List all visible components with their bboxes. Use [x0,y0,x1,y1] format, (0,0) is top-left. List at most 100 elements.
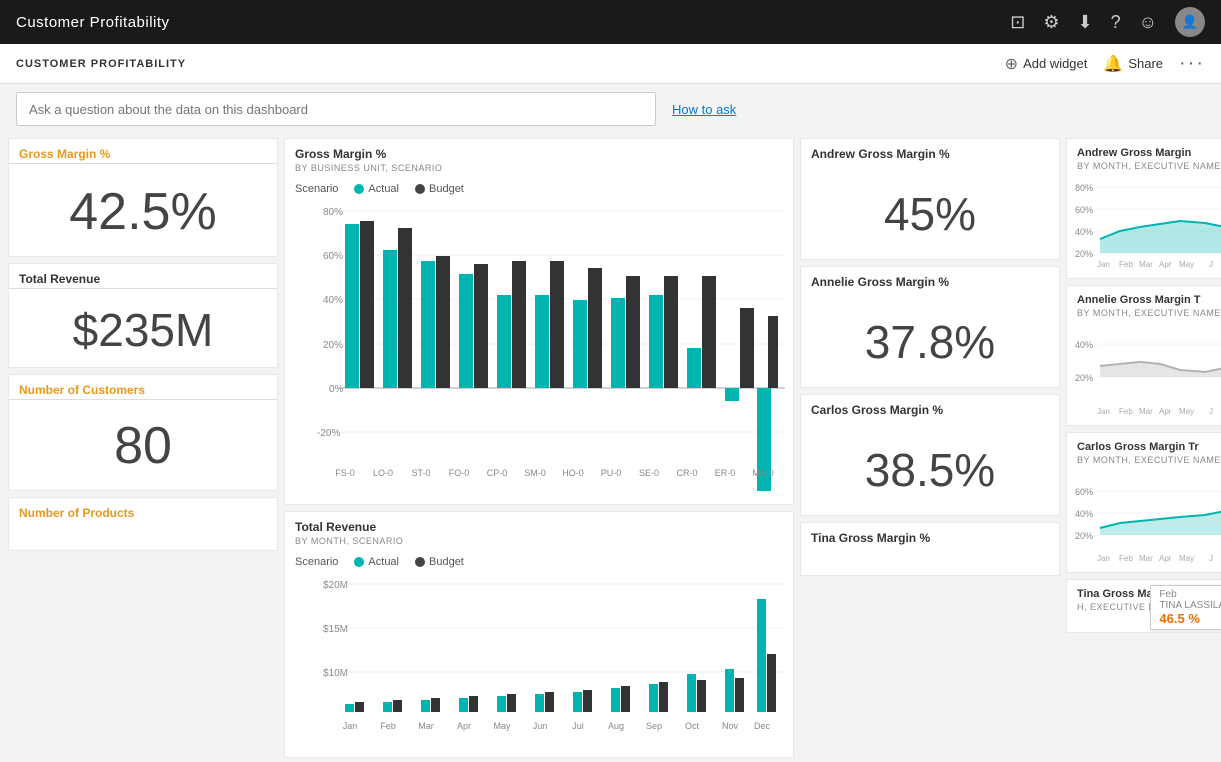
gross-margin-bar-chart-card: Gross Margin % BY BUSINESS UNIT, SCENARI… [284,138,794,505]
revenue-chart-svg: $20M $15M $10M [295,574,785,744]
feedback-icon[interactable]: ☺ [1139,12,1157,33]
nav-icons-group: ⊡ ⚙ ⬇ ? ☺ 👤 [1010,7,1205,37]
svg-text:60%: 60% [323,251,343,262]
carlos-trend-svg: 60% 40% 20% Jan Feb Mar Apr May J [1075,473,1221,563]
svg-text:Mar: Mar [1139,260,1153,269]
tooltip-name: TINA LASSILA [1159,600,1221,611]
focus-mode-icon[interactable]: ⊡ [1010,12,1025,33]
share-label: Share [1128,56,1163,71]
carlos-trend-card: Carlos Gross Margin Tr BY MONTH, EXECUTI… [1066,432,1221,573]
svg-text:Mar: Mar [1139,407,1153,416]
more-options-button[interactable]: ··· [1179,52,1205,75]
annelie-trend-svg: 40% 20% Jan Feb Mar Apr May J [1075,326,1221,416]
budget-legend-item: Budget [415,183,464,195]
col3-kpis: Andrew Gross Margin % 45% Annelie Gross … [800,138,1060,758]
svg-text:Aug: Aug [608,721,624,731]
svg-text:0%: 0% [329,384,344,395]
annelie-trend-card: Annelie Gross Margin T BY MONTH, EXECUTI… [1066,285,1221,426]
svg-text:$15M: $15M [323,624,348,635]
tooltip-month: Feb [1159,589,1221,600]
svg-text:CP-0: CP-0 [487,468,508,478]
svg-text:Feb: Feb [1119,260,1133,269]
bar-fs0-budget [360,221,374,388]
share-button[interactable]: 🔔 Share [1103,54,1163,74]
svg-text:May: May [493,721,511,731]
carlos-trend-title: Carlos Gross Margin Tr [1067,433,1221,455]
annelie-trend-title: Annelie Gross Margin T [1067,286,1221,308]
svg-text:-20%: -20% [317,428,340,439]
actual-legend2: Actual [354,556,399,568]
total-revenue-chart-title: Total Revenue [285,512,793,536]
gross-margin-legend: Scenario Actual Budget [285,177,793,201]
total-revenue-legend: Scenario Actual Budget [285,550,793,574]
total-revenue-bar-chart: $20M $15M $10M [285,574,793,757]
andrew-trend-svg: 80% 60% 40% 20% Jan Feb Mar Apr [1075,179,1221,269]
add-widget-button[interactable]: ⊕ Add widget [1005,54,1088,74]
svg-text:Jan: Jan [1097,260,1110,269]
total-revenue-value: $235M [9,289,277,367]
actual-label: Actual [368,183,399,195]
help-icon[interactable]: ? [1111,12,1121,33]
tina-gross-margin-card: Tina Gross Margin % [800,522,1060,576]
toolbar: CUSTOMER PROFITABILITY ⊕ Add widget 🔔 Sh… [0,44,1221,84]
total-revenue-chart-subtitle: BY MONTH, SCENARIO [285,536,793,550]
svg-text:May: May [1179,554,1194,563]
svg-text:Oct: Oct [685,721,700,731]
avatar[interactable]: 👤 [1175,7,1205,37]
carlos-gross-margin-card: Carlos Gross Margin % 38.5% [800,394,1060,516]
budget-dot2 [415,557,425,567]
num-customers-card: Number of Customers 80 [8,374,278,491]
num-customers-value: 80 [9,400,277,490]
andrew-trend-subtitle: BY MONTH, EXECUTIVE NAME [1067,161,1221,175]
total-revenue-card: Total Revenue $235M [8,263,278,368]
svg-text:Feb: Feb [1119,554,1133,563]
svg-text:40%: 40% [1075,227,1093,237]
svg-text:20%: 20% [1075,531,1093,541]
how-to-ask-link[interactable]: How to ask [672,102,736,117]
carlos-trend-chart: 60% 40% 20% Jan Feb Mar Apr May J [1067,469,1221,572]
svg-text:FO-0: FO-0 [449,468,470,478]
svg-text:Apr: Apr [1159,260,1172,269]
svg-text:Apr: Apr [1159,407,1172,416]
num-products-card: Number of Products [8,497,278,551]
svg-text:Jan: Jan [1097,407,1110,416]
svg-text:60%: 60% [1075,487,1093,497]
tina-pct-label: Tina Gross Margin % [801,523,1059,547]
total-revenue-label: Total Revenue [9,264,277,288]
qa-bar: How to ask [0,84,1221,134]
svg-text:J: J [1209,407,1213,416]
qa-input[interactable] [16,92,656,126]
gross-margin-chart-subtitle: BY BUSINESS UNIT, SCENARIO [285,163,793,177]
dashboard: Gross Margin % 42.5% Total Revenue $235M… [0,134,1221,762]
svg-text:80%: 80% [1075,183,1093,193]
svg-text:40%: 40% [1075,340,1093,350]
carlos-pct-label: Carlos Gross Margin % [801,395,1059,419]
col4-trends: Andrew Gross Margin BY MONTH, EXECUTIVE … [1066,138,1221,758]
svg-text:FS-0: FS-0 [335,468,355,478]
svg-text:$20M: $20M [323,580,348,591]
budget-dot [415,184,425,194]
svg-text:40%: 40% [1075,509,1093,519]
svg-text:20%: 20% [323,340,343,351]
actual-dot [354,184,364,194]
budget-legend2: Budget [415,556,464,568]
col1-kpis: Gross Margin % 42.5% Total Revenue $235M… [8,138,278,758]
settings-icon[interactable]: ⚙ [1043,12,1059,33]
page-title: CUSTOMER PROFITABILITY [16,58,186,70]
svg-text:Feb: Feb [1119,407,1133,416]
svg-text:40%: 40% [323,295,343,306]
annelie-pct-label: Annelie Gross Margin % [801,267,1059,291]
svg-text:Jan: Jan [1097,554,1110,563]
budget-label: Budget [429,183,464,195]
svg-text:60%: 60% [1075,205,1093,215]
gross-margin-pct-card: Gross Margin % 42.5% [8,138,278,257]
svg-text:SE-0: SE-0 [639,468,659,478]
actual-legend-item: Actual [354,183,399,195]
download-icon[interactable]: ⬇ [1078,12,1093,33]
bar-fs0-actual [345,224,359,388]
svg-text:Mar: Mar [418,721,434,731]
svg-text:Sep: Sep [646,721,662,731]
svg-text:LO-0: LO-0 [373,468,393,478]
svg-text:J: J [1209,554,1213,563]
svg-text:80%: 80% [323,207,343,218]
